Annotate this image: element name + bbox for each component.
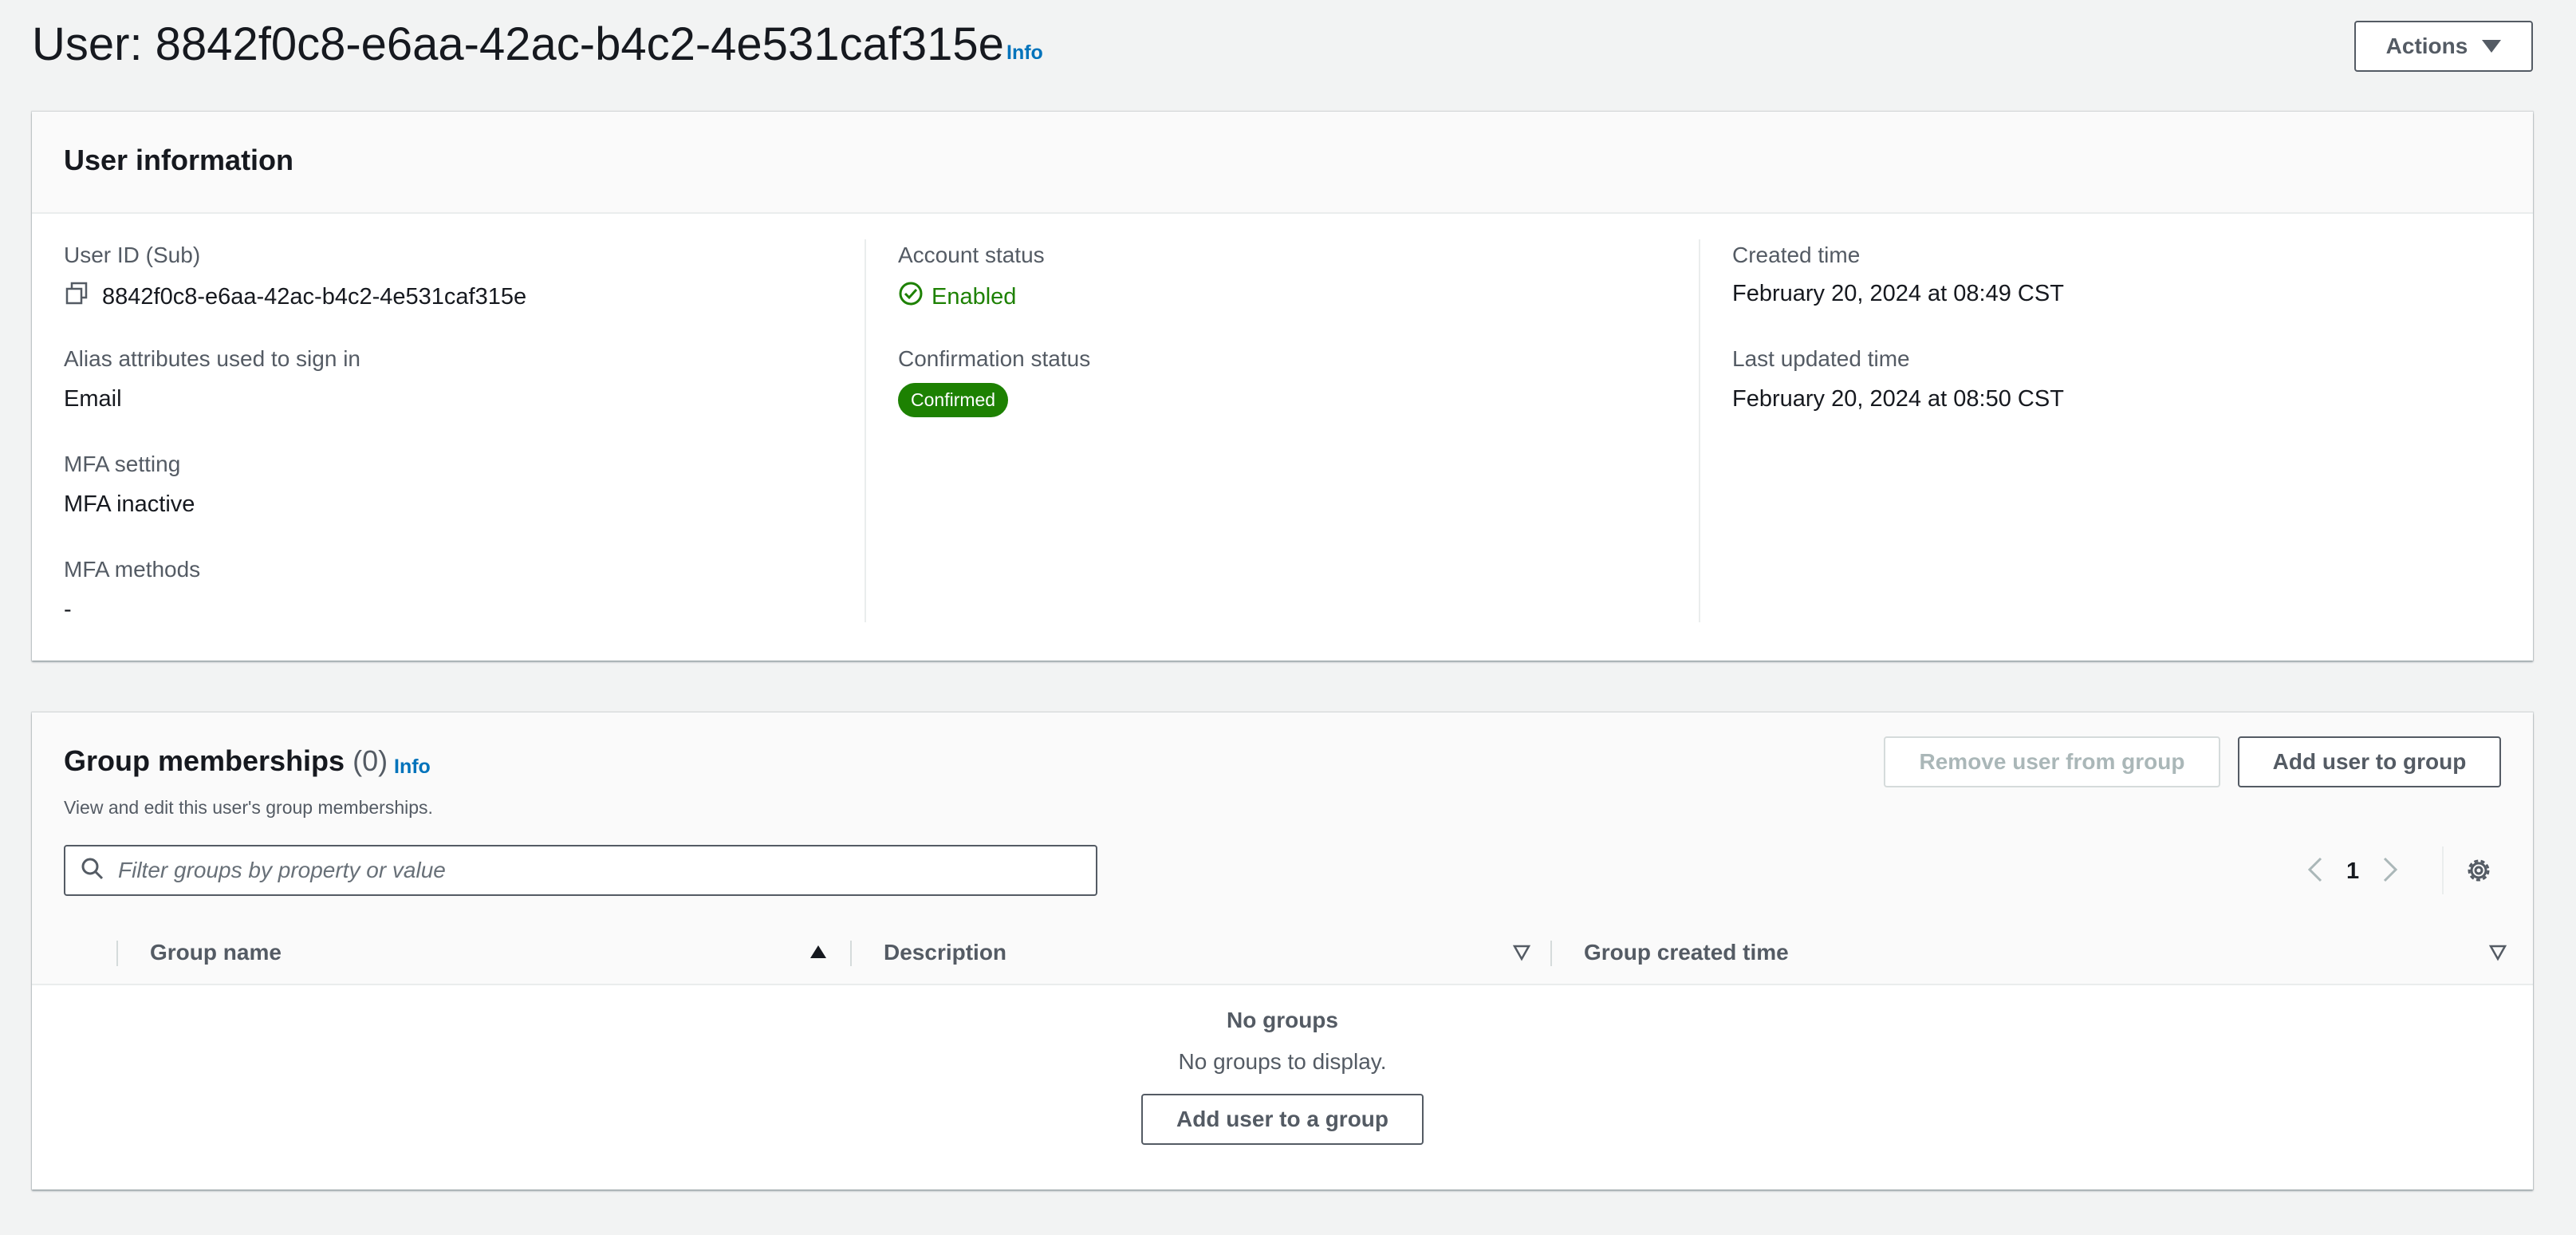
mfa-setting-label: MFA setting — [64, 452, 181, 476]
sort-icon[interactable] — [1512, 944, 1531, 965]
user-info-column-1: User ID (Sub) 8842f0c8-e6aa-42ac-b4c2-4e… — [64, 239, 861, 622]
caret-down-icon — [2482, 40, 2502, 53]
account-status-label: Account status — [898, 243, 1045, 267]
chevron-right-icon[interactable] — [2381, 855, 2399, 888]
empty-state-subtitle: No groups to display. — [1178, 1049, 1387, 1074]
mfa-setting-value: MFA inactive — [64, 491, 195, 517]
copy-icon[interactable] — [64, 281, 89, 313]
group-count: (0) — [353, 744, 388, 777]
sort-icon[interactable] — [2488, 944, 2507, 965]
user-info-column-3: Created time February 20, 2024 at 08:49 … — [1732, 239, 2498, 622]
pagination: 1 — [2306, 850, 2399, 893]
gear-icon[interactable] — [2464, 856, 2493, 889]
column-separator — [1550, 941, 1552, 966]
remove-user-from-group-button[interactable]: Remove user from group — [1884, 736, 2220, 787]
updated-time-label: Last updated time — [1732, 346, 1910, 371]
created-time-value: February 20, 2024 at 08:49 CST — [1732, 281, 2064, 306]
column-header-group-created-time[interactable]: Group created time — [1584, 921, 1789, 984]
confirmation-status-label: Confirmation status — [898, 346, 1091, 371]
groups-info-link[interactable]: Info — [394, 756, 431, 779]
chevron-left-icon[interactable] — [2306, 855, 2324, 888]
column-divider — [1699, 239, 1700, 622]
page-title: User: 8842f0c8-e6aa-42ac-b4c2-4e531caf31… — [32, 18, 1004, 70]
alias-label: Alias attributes used to sign in — [64, 346, 360, 371]
group-memberships-panel: Group memberships (0) Info View and edit… — [32, 712, 2533, 1190]
search-icon — [80, 856, 105, 886]
filter-box — [64, 845, 1097, 896]
mfa-methods-value: - — [64, 597, 72, 622]
confirmation-status-value: Confirmed — [898, 383, 1009, 417]
table-header: Group name Description Group created tim… — [32, 921, 2533, 984]
user-information-panel: User information User ID (Sub) 8842f0c8-… — [32, 112, 2533, 661]
user-information-header — [32, 112, 2533, 214]
created-time-label: Created time — [1732, 243, 1861, 267]
account-status-value: Enabled — [898, 281, 1016, 313]
sort-ascending-icon[interactable] — [810, 945, 826, 958]
status-badge: Confirmed — [898, 383, 1009, 417]
mfa-methods-label: MFA methods — [64, 557, 201, 582]
user-info-column-2: Account status Enabled Confirmation stat… — [898, 239, 1696, 622]
page-number[interactable]: 1 — [2346, 858, 2359, 885]
account-status-text: Enabled — [932, 283, 1017, 310]
empty-state: No groups No groups to display. Add user… — [32, 1008, 2533, 1145]
user-information-title: User information — [64, 144, 294, 176]
column-header-group-name[interactable]: Group name — [150, 921, 282, 984]
actions-button-label: Actions — [2385, 34, 2468, 58]
filter-groups-input[interactable] — [116, 847, 1096, 894]
user-id-value: 8842f0c8-e6aa-42ac-b4c2-4e531caf315e — [102, 283, 527, 310]
add-user-to-a-group-button[interactable]: Add user to a group — [1141, 1094, 1424, 1145]
column-separator — [850, 941, 852, 966]
empty-state-title: No groups — [1227, 1008, 1338, 1032]
alias-value: Email — [64, 386, 122, 412]
check-circle-icon — [898, 281, 924, 313]
user-id-label: User ID (Sub) — [64, 243, 201, 267]
column-separator — [116, 941, 118, 966]
actions-button[interactable]: Actions — [2354, 21, 2533, 72]
updated-time-value: February 20, 2024 at 08:50 CST — [1732, 386, 2064, 412]
title-info-link[interactable]: Info — [1006, 41, 1043, 65]
pager-divider — [2442, 846, 2444, 894]
page-header: User: 8842f0c8-e6aa-42ac-b4c2-4e531caf31… — [32, 0, 2533, 93]
column-divider — [865, 239, 866, 622]
column-header-description[interactable]: Description — [884, 921, 1006, 984]
user-id-row: 8842f0c8-e6aa-42ac-b4c2-4e531caf315e — [64, 281, 526, 313]
group-memberships-description: View and edit this user's group membersh… — [64, 797, 433, 818]
group-memberships-title-text: Group memberships — [64, 744, 345, 777]
group-memberships-title: Group memberships (0) — [64, 744, 388, 778]
add-user-to-group-button[interactable]: Add user to group — [2238, 736, 2501, 787]
